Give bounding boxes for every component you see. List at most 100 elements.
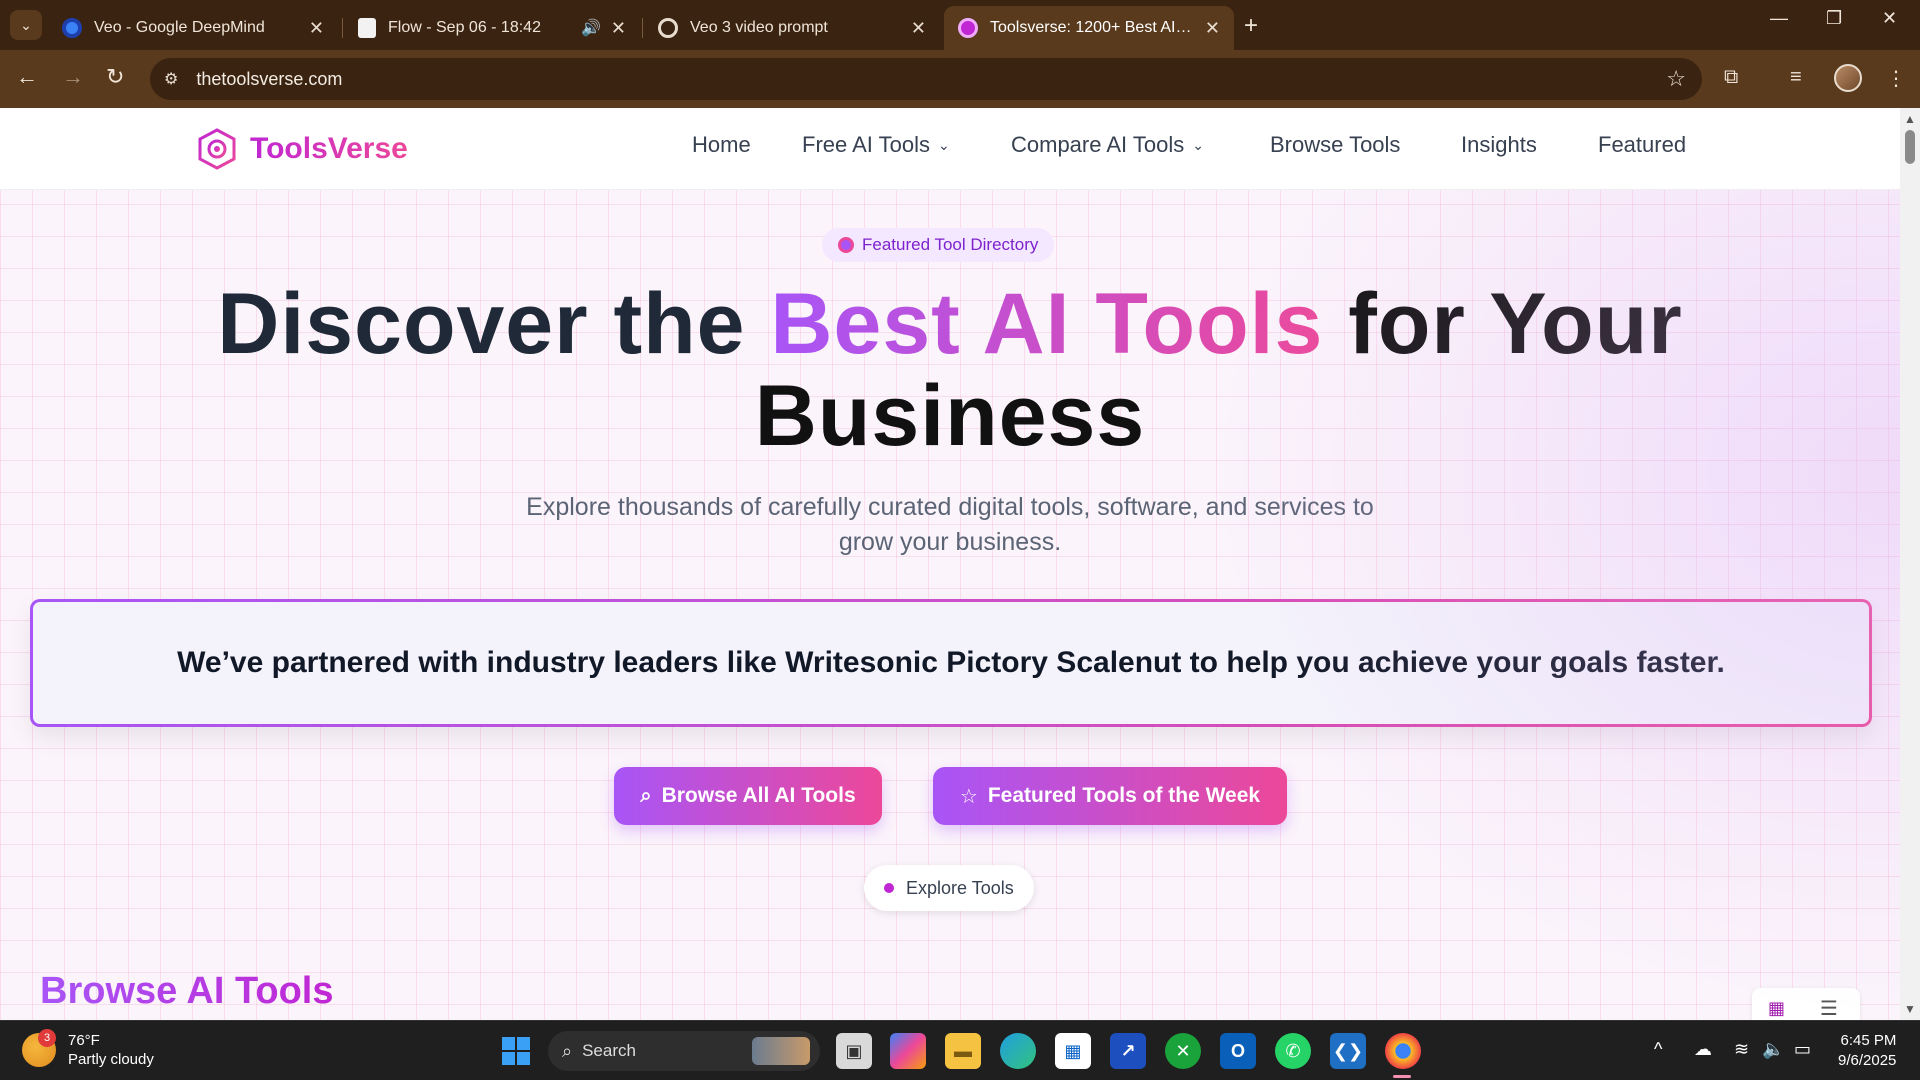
explore-tools-button[interactable]: Explore Tools [864, 865, 1034, 911]
weather-temp: 76°F [68, 1032, 100, 1049]
featured-tools-week-button[interactable]: ☆ Featured Tools of the Week [933, 767, 1287, 825]
url-text[interactable]: thetoolsverse.com [196, 69, 342, 90]
close-tab-icon[interactable]: ✕ [911, 18, 926, 39]
file-explorer-icon[interactable]: ▬ [945, 1033, 981, 1069]
scroll-down-icon[interactable]: ▼ [1904, 1002, 1916, 1016]
hero-title-part1: Discover the [217, 276, 771, 372]
reload-icon[interactable]: ↻ [106, 64, 124, 90]
media-control-icon[interactable]: ≡ [1790, 66, 1802, 89]
chevron-down-icon: ⌄ [1192, 136, 1204, 153]
nav-home[interactable]: Home [692, 132, 751, 158]
tab-title: Veo 3 video prompt [690, 19, 828, 36]
nav-label: Home [692, 132, 751, 157]
close-tab-icon[interactable]: ✕ [309, 18, 324, 39]
tab-title: Toolsverse: 1200+ Best AI Tools [990, 19, 1195, 36]
xbox-icon[interactable]: ✕ [1165, 1033, 1201, 1069]
minimize-icon[interactable]: — [1770, 8, 1788, 29]
featured-directory-pill: Featured Tool Directory [822, 228, 1055, 262]
document-icon [358, 18, 376, 38]
store-icon[interactable]: ▦ [1055, 1033, 1091, 1069]
nav-label: Featured [1598, 132, 1687, 157]
whatsapp-icon[interactable]: ✆ [1275, 1033, 1311, 1069]
toolsverse-icon [958, 18, 978, 38]
edge-icon[interactable] [1000, 1033, 1036, 1069]
windows-start-icon[interactable] [502, 1037, 530, 1065]
hero-title-highlight: Best AI Tools [770, 276, 1324, 372]
tab-title: Flow - Sep 06 - 18:42 [388, 19, 541, 36]
copilot-icon[interactable] [890, 1033, 926, 1069]
search-highlight-image [752, 1037, 810, 1065]
weather-badge: 3 [38, 1029, 56, 1047]
volume-icon[interactable]: 🔈 [1762, 1039, 1784, 1060]
close-window-icon[interactable]: ✕ [1882, 8, 1897, 29]
address-bar[interactable]: ⚙ thetoolsverse.com ☆ [150, 58, 1702, 100]
nav-label: Insights [1461, 132, 1537, 157]
restore-icon[interactable]: ❐ [1826, 8, 1842, 29]
wifi-icon[interactable]: ≋ [1734, 1039, 1749, 1060]
nav-label: Browse Tools [1270, 132, 1401, 157]
toolsverse-logo-icon [198, 128, 236, 170]
hero-title: Discover the Best AI Tools for Your Busi… [0, 278, 1900, 462]
system-clock[interactable]: 6:45 PM 9/6/2025 [1838, 1031, 1896, 1071]
nav-compare-ai-tools[interactable]: Compare AI Tools ⌄ [1011, 132, 1204, 158]
tab-veo-deepmind[interactable]: Veo - Google DeepMind ✕ [48, 6, 338, 50]
chevron-up-icon[interactable]: ^ [1654, 1039, 1662, 1060]
site-info-icon[interactable]: ⚙ [164, 69, 178, 89]
button-label: Featured Tools of the Week [987, 784, 1261, 807]
menu-kebab-icon[interactable]: ⋮ [1886, 66, 1906, 91]
nav-free-ai-tools[interactable]: Free AI Tools ⌄ [802, 132, 950, 158]
chevron-down-icon: ⌄ [938, 136, 950, 153]
close-tab-icon[interactable]: ✕ [611, 18, 626, 39]
explore-label: Explore Tools [906, 877, 1014, 898]
button-label: Browse All AI Tools [661, 784, 856, 807]
hero-title-line2: Business [754, 368, 1146, 464]
scroll-thumb[interactable] [1905, 130, 1915, 164]
scroll-up-icon[interactable]: ▲ [1904, 112, 1916, 126]
nav-featured[interactable]: Featured [1598, 132, 1686, 158]
search-icon: ⌕ [640, 784, 652, 807]
list-view-icon[interactable]: ☰ [1820, 996, 1838, 1020]
search-label: Search [582, 1041, 636, 1060]
nav-browse-tools[interactable]: Browse Tools [1270, 132, 1400, 158]
forward-icon[interactable]: → [62, 64, 84, 90]
back-icon[interactable]: ← [16, 64, 38, 90]
nav-label: Compare AI Tools [1011, 132, 1185, 157]
weather-desc: Partly cloudy [68, 1051, 154, 1068]
onedrive-icon[interactable]: ☁ [1694, 1039, 1712, 1060]
tab-title: Veo - Google DeepMind [94, 19, 265, 36]
app-icon[interactable]: ↗ [1110, 1033, 1146, 1069]
dot-icon [884, 883, 894, 893]
battery-icon[interactable]: ▭ [1794, 1039, 1811, 1060]
hero-subtitle: Explore thousands of carefully curated d… [526, 493, 1374, 556]
view-toggle: ▦ ☰ [1752, 988, 1860, 1020]
profile-avatar[interactable] [1834, 64, 1862, 92]
site-logo[interactable]: ToolsVerse [196, 128, 408, 170]
tab-veo-prompt[interactable]: Veo 3 video prompt ✕ [644, 6, 940, 50]
task-view-icon[interactable]: ▣ [836, 1033, 872, 1069]
web-page: ToolsVerse Home Free AI Tools ⌄ Compare A… [0, 108, 1900, 1020]
nav-insights[interactable]: Insights [1461, 132, 1537, 158]
hero-title-part2: for Your [1323, 276, 1683, 372]
weather-icon: 3 [22, 1029, 56, 1067]
taskbar-search[interactable]: ⌕ Search [548, 1031, 820, 1071]
tab-flow[interactable]: Flow - Sep 06 - 18:42 🔊 ✕ [344, 6, 640, 50]
tab-toolsverse[interactable]: Toolsverse: 1200+ Best AI Tools ✕ [944, 6, 1234, 50]
tab-search-chevron-icon[interactable]: ⌄ [10, 10, 42, 40]
bookmark-star-icon[interactable]: ☆ [1666, 66, 1686, 92]
outlook-icon[interactable]: O [1220, 1033, 1256, 1069]
page-scrollbar[interactable]: ▲ ▼ [1900, 108, 1920, 1020]
grid-view-icon[interactable]: ▦ [1768, 998, 1785, 1019]
vscode-icon[interactable]: ❮❯ [1330, 1033, 1366, 1069]
nav-label: Free AI Tools [802, 132, 930, 157]
speaker-icon[interactable]: 🔊 [581, 18, 601, 38]
clock-time: 6:45 PM [1840, 1032, 1897, 1049]
partner-banner: We’ve partnered with industry leaders li… [30, 599, 1872, 727]
weather-widget[interactable]: 3 76°F Partly cloudy [22, 1029, 154, 1069]
close-tab-icon[interactable]: ✕ [1205, 18, 1220, 39]
browser-tabstrip: ⌄ Veo - Google DeepMind ✕ Flow - Sep 06 … [0, 0, 1920, 50]
chrome-icon[interactable] [1385, 1033, 1421, 1069]
browse-all-ai-tools-button[interactable]: ⌕ Browse All AI Tools [614, 767, 882, 825]
openai-icon [658, 18, 678, 38]
new-tab-icon[interactable]: + [1244, 12, 1258, 40]
extensions-icon[interactable]: ⧉ [1724, 66, 1738, 89]
